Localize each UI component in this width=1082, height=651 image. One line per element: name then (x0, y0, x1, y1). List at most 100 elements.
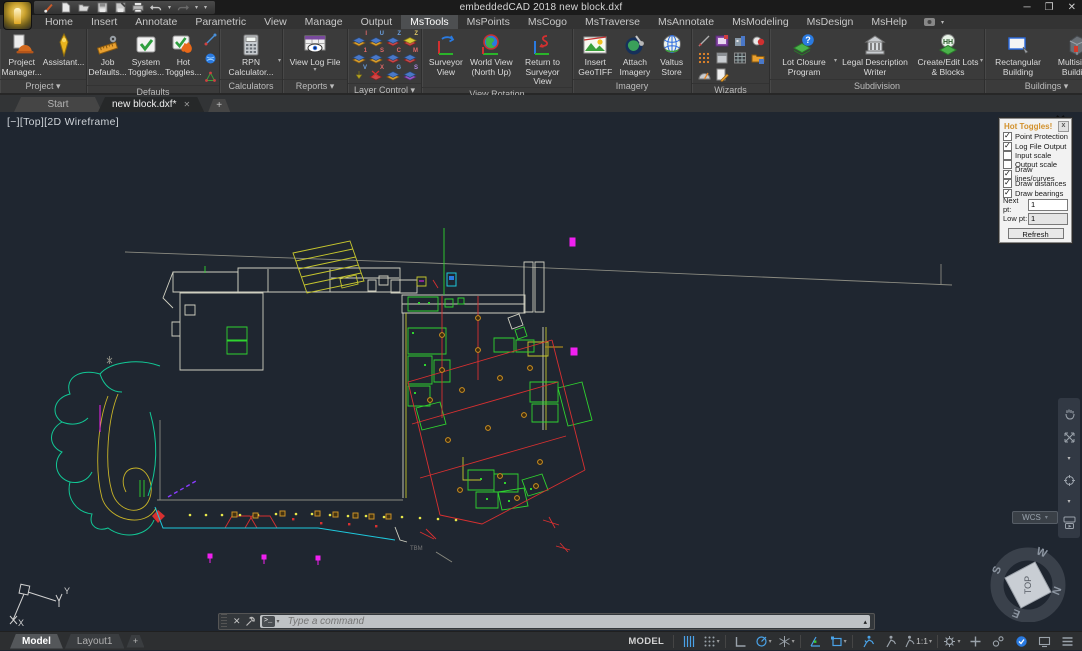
multisided-building-button[interactable]: Multisided Building (1049, 31, 1082, 77)
command-input-field[interactable]: >_ ▾ ▴ (260, 615, 870, 628)
restore-icon[interactable]: ❐ (1045, 2, 1054, 13)
blue-building-icon[interactable] (731, 33, 748, 49)
globe-points-icon[interactable] (204, 52, 217, 65)
valtus-store-button[interactable]: Valtus Store (655, 31, 688, 77)
grid-dots-icon[interactable]: ▾ (700, 632, 722, 651)
autoscale-icon[interactable] (879, 632, 901, 651)
purple-window-icon[interactable] (713, 33, 730, 49)
viewport-controls[interactable]: [−][Top][2D Wireframe] (7, 116, 119, 128)
attach-imagery-button[interactable]: Attach Imagery (616, 31, 655, 77)
low-pt-input[interactable] (1028, 213, 1068, 225)
layer-control-icon[interactable]: U (368, 33, 384, 49)
folder-icon[interactable] (749, 50, 766, 66)
red-marker-icon[interactable] (749, 33, 766, 49)
tab-mshelp[interactable]: MsHelp (862, 15, 916, 29)
layer-control-icon[interactable]: M (402, 50, 418, 66)
view-log-file-button[interactable]: View Log File ▾ (286, 31, 344, 73)
isodraft-icon[interactable]: ▾ (775, 632, 797, 651)
isolate-objects-icon[interactable] (987, 632, 1009, 651)
palette-close-icon[interactable]: x (1058, 121, 1069, 132)
tab-home[interactable]: Home (36, 15, 82, 29)
close-icon[interactable]: ✕ (1068, 2, 1076, 13)
rpn-dropdown-caret-icon[interactable]: ▾ (278, 57, 281, 67)
checkbox[interactable] (1003, 189, 1012, 198)
command-line[interactable]: ✕ >_ ▾ ▴ (218, 613, 875, 630)
create-edit-caret-icon[interactable]: ▾ (980, 57, 983, 67)
layer-control-icon[interactable]: V (351, 67, 367, 83)
model-space-button[interactable]: MODEL (622, 636, 670, 647)
checkbox[interactable] (1003, 142, 1012, 151)
panel-label-buildings[interactable]: Buildings ▾ (985, 79, 1082, 93)
new-layout-button[interactable]: + (126, 635, 144, 648)
world-view-button[interactable]: World View (North Up) (468, 31, 515, 77)
panel-label-calculators[interactable]: Calculators (220, 79, 282, 93)
annotation-scale-icon[interactable]: 1:1▾ (902, 632, 934, 651)
file-tab-active[interactable]: new block.dxf* ✕ (98, 97, 204, 112)
model-tab[interactable]: Model (10, 634, 63, 649)
panel-label-reports[interactable]: Reports ▾ (283, 79, 347, 93)
tab-msmodeling[interactable]: MsModeling (723, 15, 798, 29)
command-close-icon[interactable]: ✕ (229, 616, 245, 627)
hardware-accel-icon[interactable] (1010, 632, 1032, 651)
command-recent-caret-icon[interactable]: ▾ (277, 618, 280, 625)
tab-output[interactable]: Output (352, 15, 402, 29)
clean-screen-icon[interactable] (1033, 632, 1055, 651)
annotation-visibility-icon[interactable] (856, 632, 878, 651)
tab-parametric[interactable]: Parametric (186, 15, 255, 29)
annotation-monitor-icon[interactable] (964, 632, 986, 651)
command-customize-icon[interactable] (245, 616, 256, 627)
panel-label-project[interactable]: Project ▾ (0, 79, 86, 93)
tab-mspoints[interactable]: MsPoints (458, 15, 519, 29)
point-grid-icon[interactable] (695, 50, 712, 66)
insert-geotiff-button[interactable]: Insert GeoTIFF (576, 31, 615, 77)
measure-line-icon[interactable] (204, 33, 217, 46)
refresh-button[interactable]: Refresh (1008, 228, 1064, 239)
tab-view[interactable]: View (255, 15, 296, 29)
layer-control-icon[interactable]: I (351, 33, 367, 49)
orbit-caret-icon[interactable]: ▾ (1067, 498, 1070, 505)
minimize-icon[interactable]: ─ (1024, 2, 1031, 13)
osnap-tracking-icon[interactable] (804, 632, 826, 651)
legal-description-button[interactable]: Legal Description Writer (836, 31, 914, 77)
layer-control-icon[interactable]: 1 (351, 50, 367, 66)
file-tab-start[interactable]: Start (14, 97, 102, 112)
osnap-icon[interactable]: ▾ (827, 632, 849, 651)
layer-control-icon[interactable]: C (385, 50, 401, 66)
cell-grid-icon[interactable] (731, 50, 748, 66)
doc-edit-icon[interactable] (713, 67, 730, 83)
toggle-draw-bearings[interactable]: Draw bearings (1000, 188, 1071, 197)
protractor-icon[interactable] (695, 67, 712, 83)
zoom-icon[interactable] (1063, 431, 1076, 444)
tab-msannotate[interactable]: MsAnnotate (649, 15, 723, 29)
polar-tracking-icon[interactable]: ▾ (752, 632, 774, 651)
layer-control-icon[interactable]: S (368, 50, 384, 66)
tab-mstraverse[interactable]: MsTraverse (576, 15, 649, 29)
sketch-line-icon[interactable] (695, 33, 712, 49)
layer-control-icon[interactable]: Z (402, 33, 418, 49)
triangle-points-icon[interactable] (204, 70, 217, 83)
rpn-calculator-button[interactable]: RPN Calculator... ▾ (223, 31, 279, 77)
project-manager-button[interactable]: Project Manager... (2, 31, 42, 77)
tab-mscogo[interactable]: MsCogo (519, 15, 576, 29)
showmotion-icon[interactable] (1063, 516, 1076, 529)
pan-icon[interactable] (1063, 407, 1076, 420)
orbit-icon[interactable] (1063, 474, 1076, 487)
file-tab-close-icon[interactable]: ✕ (183, 97, 190, 112)
toggle-input-scale[interactable]: Input scale (1000, 151, 1071, 160)
panel-label-subdivision[interactable]: Subdivision (770, 79, 984, 93)
grid-lines-icon[interactable] (677, 632, 699, 651)
lot-closure-button[interactable]: ? Lot Closure Program ▾ (773, 31, 835, 77)
rectangular-building-button[interactable]: Rectangular Building (988, 31, 1048, 77)
application-menu-button[interactable] (3, 1, 32, 30)
tab-mstools[interactable]: MsTools (401, 15, 458, 29)
layer-control-icon[interactable]: S (402, 67, 418, 83)
hot-toggles-button[interactable]: Hot Toggles... (165, 31, 201, 77)
next-pt-input[interactable] (1028, 199, 1068, 211)
workspace-gear-icon[interactable]: ▾ (941, 632, 963, 651)
reports-dropdown-caret-icon[interactable]: ▾ (313, 68, 316, 73)
return-surveyor-view-button[interactable]: Return to Surveyor View (516, 31, 569, 87)
tab-manage[interactable]: Manage (296, 15, 352, 29)
express-tools-icon[interactable]: ▾ (924, 18, 944, 26)
zoom-caret-icon[interactable]: ▾ (1067, 455, 1070, 462)
viewcube[interactable]: W N E S TOP (988, 542, 1068, 622)
